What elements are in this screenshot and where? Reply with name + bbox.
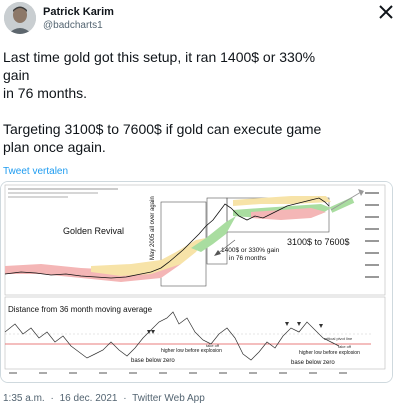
translate-link[interactable]: Tweet vertalen — [3, 166, 68, 177]
x-icon — [379, 5, 393, 19]
close-button[interactable] — [376, 4, 396, 20]
separator: · — [50, 393, 54, 404]
tweet-text: Last time gold got this setup, it ran 14… — [3, 49, 322, 155]
chart-label-target: 3100$ to 7600$ — [287, 237, 350, 247]
chart-label-pivot: critical pivot line — [324, 336, 353, 341]
chart-label-golden-revival: Golden Revival — [63, 226, 124, 236]
author-name[interactable]: Patrick Karim — [43, 6, 114, 18]
chart-label-gain-2: in 76 months — [229, 255, 267, 262]
gold-chart-image: Golden Revival May 2005 all over again 1… — [1, 182, 392, 382]
tweet-source[interactable]: Twitter Web App — [132, 393, 205, 404]
chart-label-base-1: base below zero — [131, 358, 175, 364]
chart-label-distance: Distance from 36 month moving average — [8, 305, 153, 314]
author-handle[interactable]: @badcharts1 — [43, 20, 103, 31]
tweet-media-chart[interactable]: Golden Revival May 2005 all over again 1… — [0, 181, 393, 383]
chart-label-takeoff-2: take off — [338, 344, 352, 349]
chart-label-higher-low-1: higher low before explosion — [161, 348, 222, 354]
chart-label-base-2: base below zero — [291, 360, 335, 366]
chart-label-gain-1: 1400$ or 330% gain — [221, 247, 280, 254]
tweet-card: Patrick Karim @badcharts1 Last time gold… — [0, 0, 400, 406]
chart-label-may2005: May 2005 all over again — [150, 196, 156, 260]
avatar[interactable] — [4, 2, 36, 34]
separator: · — [123, 393, 127, 404]
tweet-header: Patrick Karim @badcharts1 — [0, 0, 400, 34]
tweet-footer: 1:35 a.m. · 16 dec. 2021 · Twitter Web A… — [3, 393, 208, 404]
tweet-time[interactable]: 1:35 a.m. — [3, 393, 45, 404]
avatar-photo-icon — [4, 2, 36, 34]
tweet-date[interactable]: 16 dec. 2021 — [60, 393, 118, 404]
chart-label-higher-low-2: higher low before explosion — [299, 350, 360, 356]
